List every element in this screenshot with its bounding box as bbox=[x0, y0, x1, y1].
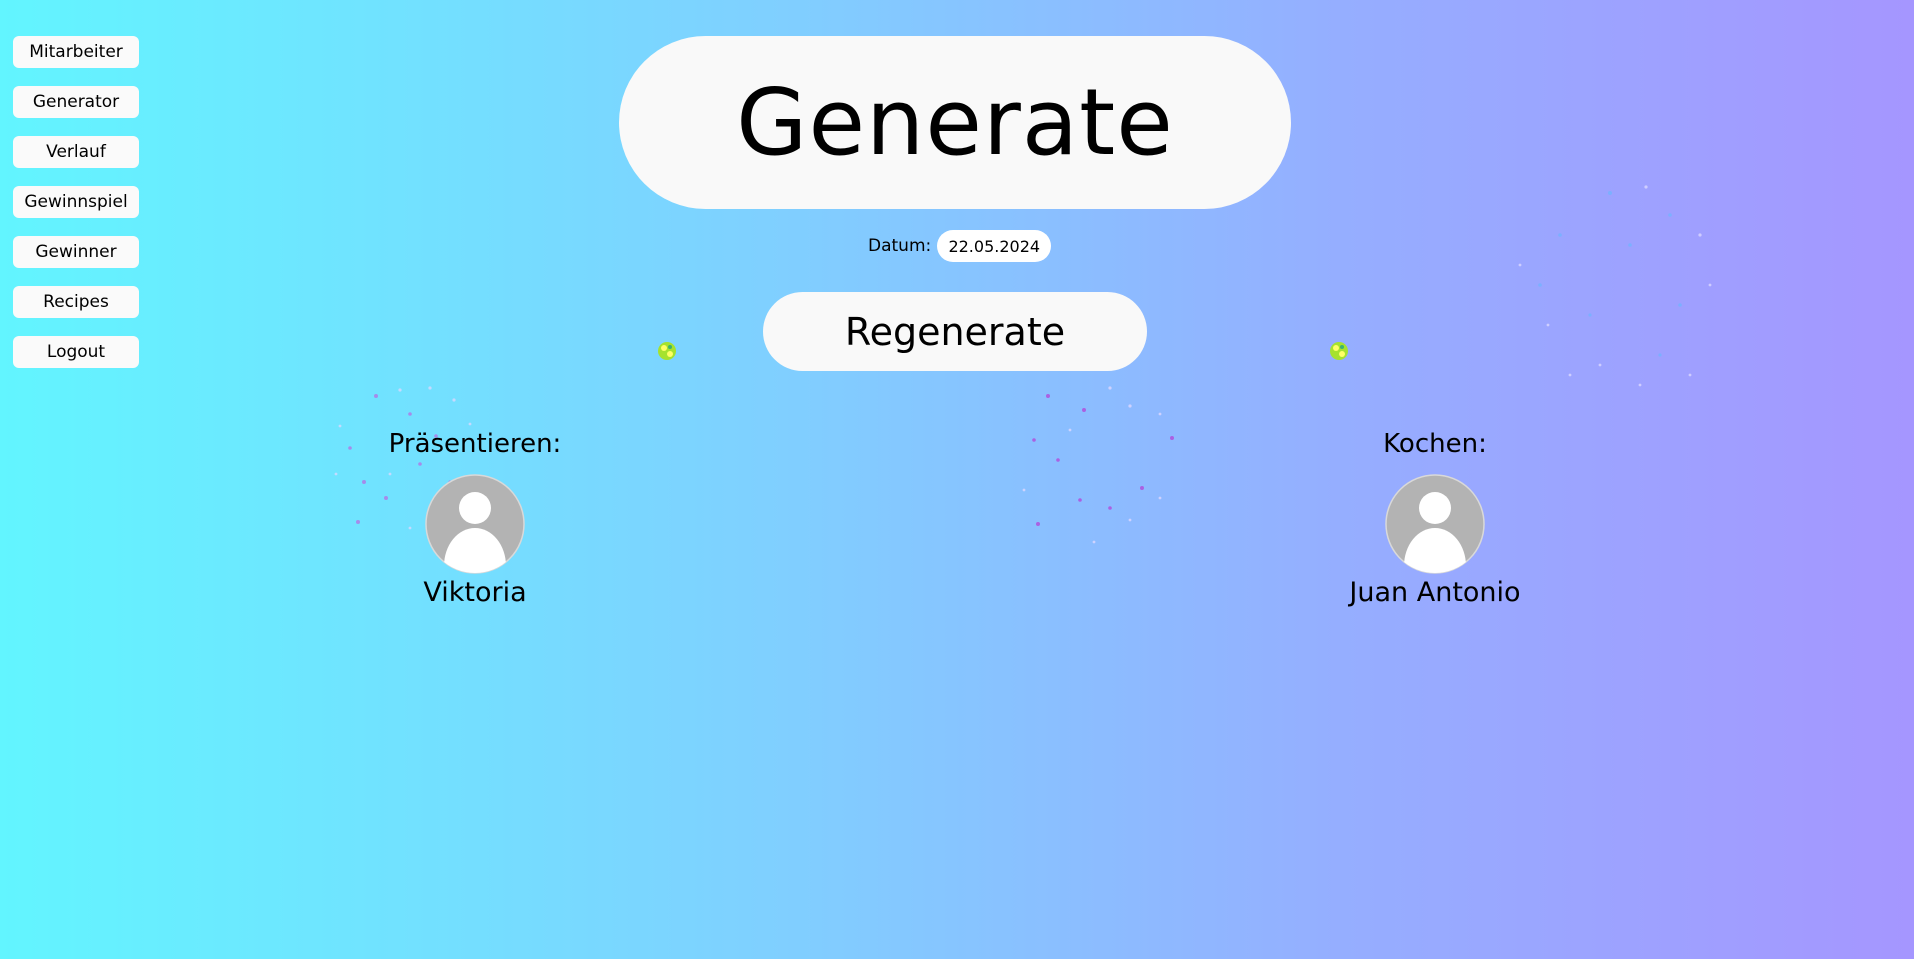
assignment-cook: Kochen: Juan Antonio bbox=[1315, 428, 1555, 610]
date-row: Datum: bbox=[868, 230, 1052, 262]
assignment-person-name: Viktoria bbox=[423, 577, 527, 608]
date-input[interactable] bbox=[937, 230, 1052, 262]
sidebar-nav: Mitarbeiter Generator Verlauf Gewinnspie… bbox=[13, 36, 139, 386]
firework-particles-right bbox=[1518, 185, 1712, 387]
assignment-person-name: Juan Antonio bbox=[1349, 577, 1521, 608]
sparkle-left-icon bbox=[658, 342, 676, 360]
nav-mitarbeiter-button[interactable]: Mitarbeiter bbox=[13, 36, 139, 68]
nav-generator-button[interactable]: Generator bbox=[13, 86, 139, 118]
user-avatar-icon bbox=[425, 474, 525, 574]
page-title: Generate bbox=[736, 69, 1174, 176]
assignment-role-label: Kochen: bbox=[1383, 429, 1487, 459]
page-title-banner: Generate bbox=[619, 36, 1291, 209]
firework-particles-center bbox=[1022, 386, 1174, 544]
nav-gewinner-button[interactable]: Gewinner bbox=[13, 236, 139, 268]
user-avatar-icon bbox=[1385, 474, 1485, 574]
nav-logout-button[interactable]: Logout bbox=[13, 336, 139, 368]
assignment-presenter: Präsentieren: Viktoria bbox=[355, 428, 595, 610]
nav-recipes-button[interactable]: Recipes bbox=[13, 286, 139, 318]
nav-gewinnspiel-button[interactable]: Gewinnspiel bbox=[13, 186, 139, 218]
regenerate-button[interactable]: Regenerate bbox=[763, 292, 1147, 371]
nav-verlauf-button[interactable]: Verlauf bbox=[13, 136, 139, 168]
date-label: Datum: bbox=[868, 236, 932, 256]
sparkle-right-icon bbox=[1330, 342, 1348, 360]
assignment-role-label: Präsentieren: bbox=[388, 429, 562, 459]
